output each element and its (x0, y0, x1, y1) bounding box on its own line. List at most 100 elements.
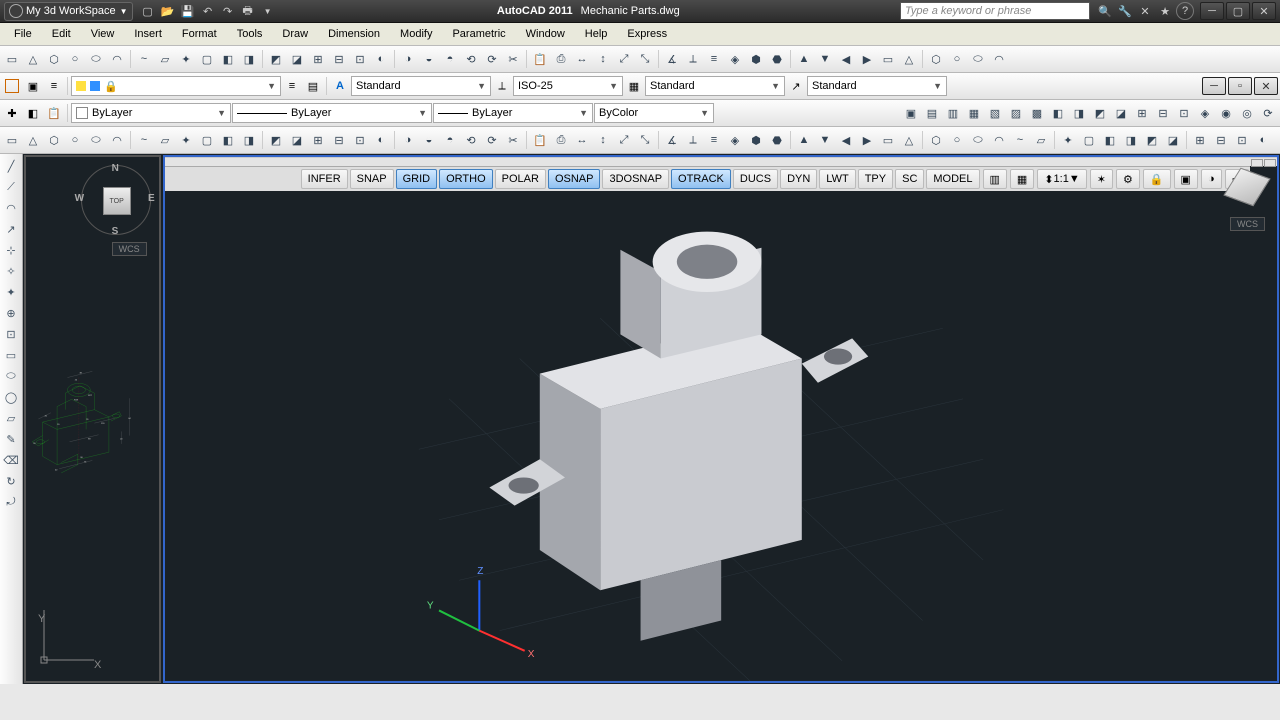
modeling-btn-40[interactable]: ▭ (878, 130, 898, 150)
props-btn-12[interactable]: ⊟ (1153, 103, 1173, 123)
modeling-btn-22[interactable]: ⟳ (482, 130, 502, 150)
standard-btn-37[interactable]: ▼ (815, 49, 835, 69)
binoculars-icon[interactable]: 🔍 (1096, 2, 1114, 20)
modeling-btn-42[interactable]: ⬡ (926, 130, 946, 150)
draw-btn-1[interactable]: ⟋ (1, 177, 21, 197)
standard-btn-38[interactable]: ◀ (836, 49, 856, 69)
save-icon[interactable]: 💾 (179, 2, 197, 20)
minimize-button[interactable]: ─ (1200, 2, 1224, 20)
modeling-btn-36[interactable]: ▲ (794, 130, 814, 150)
paste-icon[interactable]: 📋 (44, 103, 64, 123)
modeling-btn-5[interactable]: ◠ (107, 130, 127, 150)
standard-btn-20[interactable]: ◓ (440, 49, 460, 69)
plotstyle-combo[interactable]: ByColor▼ (594, 103, 714, 123)
standard-btn-11[interactable]: ◨ (239, 49, 259, 69)
modeling-btn-20[interactable]: ◓ (440, 130, 460, 150)
wcs-badge[interactable]: WCS (112, 242, 147, 256)
lineweight-combo[interactable]: ByLayer▼ (433, 103, 593, 123)
standard-btn-12[interactable]: ◩ (266, 49, 286, 69)
props-btn-10[interactable]: ◪ (1111, 103, 1131, 123)
standard-btn-8[interactable]: ✦ (176, 49, 196, 69)
undo-icon[interactable]: ↶ (199, 2, 217, 20)
modeling-btn-52[interactable]: ◩ (1142, 130, 1162, 150)
layer-combo[interactable]: 🔒 ▼ (71, 76, 281, 96)
modeling-btn-17[interactable]: ◐ (371, 130, 391, 150)
standard-btn-10[interactable]: ◧ (218, 49, 238, 69)
draw-btn-16[interactable]: ⤾ (1, 492, 21, 512)
modeling-btn-21[interactable]: ⟲ (461, 130, 481, 150)
props-btn-9[interactable]: ◩ (1090, 103, 1110, 123)
modeling-btn-48[interactable]: ✦ (1058, 130, 1078, 150)
modeling-btn-45[interactable]: ◠ (989, 130, 1009, 150)
props-btn-8[interactable]: ◨ (1069, 103, 1089, 123)
standard-btn-40[interactable]: ▭ (878, 49, 898, 69)
modeling-btn-3[interactable]: ○ (65, 130, 85, 150)
props-btn-0[interactable]: ▣ (901, 103, 921, 123)
modeling-btn-32[interactable]: ≡ (704, 130, 724, 150)
props-btn-2[interactable]: ▥ (943, 103, 963, 123)
standard-btn-27[interactable]: ↕ (593, 49, 613, 69)
menu-insert[interactable]: Insert (124, 26, 172, 42)
standard-btn-26[interactable]: ↔ (572, 49, 592, 69)
modeling-btn-18[interactable]: ◑ (398, 130, 418, 150)
modeling-btn-4[interactable]: ⬭ (86, 130, 106, 150)
standard-btn-4[interactable]: ⬭ (86, 49, 106, 69)
compass-e[interactable]: E (148, 193, 155, 204)
print-icon[interactable]: 🖶 (239, 2, 257, 20)
modeling-btn-47[interactable]: ▱ (1031, 130, 1051, 150)
chevron-down-icon[interactable]: ▼ (259, 2, 277, 20)
draw-btn-8[interactable]: ⊡ (1, 324, 21, 344)
table-style-combo[interactable]: Standard▼ (645, 76, 785, 96)
menu-file[interactable]: File (4, 26, 42, 42)
draw-btn-9[interactable]: ▭ (1, 345, 21, 365)
props-btn-4[interactable]: ▧ (985, 103, 1005, 123)
draw-btn-4[interactable]: ⊹ (1, 240, 21, 260)
standard-btn-31[interactable]: ⟂ (683, 49, 703, 69)
modeling-btn-55[interactable]: ⊟ (1211, 130, 1231, 150)
standard-btn-25[interactable]: ⎙ (551, 49, 571, 69)
menu-window[interactable]: Window (516, 26, 575, 42)
modeling-btn-13[interactable]: ◪ (287, 130, 307, 150)
menu-help[interactable]: Help (575, 26, 618, 42)
standard-btn-14[interactable]: ⊞ (308, 49, 328, 69)
modeling-btn-1[interactable]: △ (23, 130, 43, 150)
modeling-btn-39[interactable]: ▶ (857, 130, 877, 150)
draw-btn-11[interactable]: ◯ (1, 387, 21, 407)
draw-btn-3[interactable]: ↗ (1, 219, 21, 239)
standard-btn-6[interactable]: ~ (134, 49, 154, 69)
modeling-btn-15[interactable]: ⊟ (329, 130, 349, 150)
standard-btn-44[interactable]: ⬭ (968, 49, 988, 69)
menu-edit[interactable]: Edit (42, 26, 81, 42)
layer-props-icon[interactable]: ▤ (303, 76, 323, 96)
draw-btn-5[interactable]: ✧ (1, 261, 21, 281)
maximize-button[interactable]: ▢ (1226, 2, 1250, 20)
exchange-icon[interactable]: ✕ (1136, 2, 1154, 20)
standard-btn-7[interactable]: ▱ (155, 49, 175, 69)
menu-tools[interactable]: Tools (227, 26, 273, 42)
standard-btn-13[interactable]: ◪ (287, 49, 307, 69)
standard-btn-17[interactable]: ◐ (371, 49, 391, 69)
menu-modify[interactable]: Modify (390, 26, 442, 42)
modeling-btn-24[interactable]: 📋 (530, 130, 550, 150)
standard-btn-28[interactable]: ⤢ (614, 49, 634, 69)
draw-btn-6[interactable]: ✦ (1, 282, 21, 302)
quick-select-icon[interactable]: ◧ (23, 103, 43, 123)
text-style-combo[interactable]: Standard▼ (351, 76, 491, 96)
props-btn-5[interactable]: ▨ (1006, 103, 1026, 123)
modeling-btn-34[interactable]: ⬢ (746, 130, 766, 150)
props-btn-13[interactable]: ⊡ (1174, 103, 1194, 123)
modeling-btn-7[interactable]: ▱ (155, 130, 175, 150)
selection-icon[interactable] (2, 76, 22, 96)
standard-btn-3[interactable]: ○ (65, 49, 85, 69)
draw-btn-7[interactable]: ⊕ (1, 303, 21, 323)
modeling-btn-43[interactable]: ○ (947, 130, 967, 150)
modeling-btn-9[interactable]: ▢ (197, 130, 217, 150)
standard-btn-42[interactable]: ⬡ (926, 49, 946, 69)
compass-s[interactable]: S (112, 226, 119, 237)
modeling-btn-2[interactable]: ⬡ (44, 130, 64, 150)
viewcube[interactable]: N S E W TOP (81, 165, 151, 235)
modeling-btn-49[interactable]: ▢ (1079, 130, 1099, 150)
modeling-btn-50[interactable]: ◧ (1100, 130, 1120, 150)
draw-btn-12[interactable]: ▱ (1, 408, 21, 428)
draw-btn-14[interactable]: ⌫ (1, 450, 21, 470)
